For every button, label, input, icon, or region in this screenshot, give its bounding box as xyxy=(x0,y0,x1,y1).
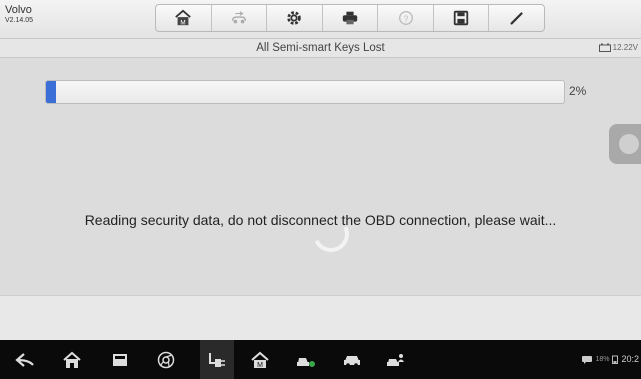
settings-button[interactable] xyxy=(267,5,323,31)
vehicle-shortcut-button[interactable] xyxy=(342,351,362,369)
edit-button[interactable] xyxy=(489,5,544,31)
save-button[interactable] xyxy=(434,5,490,31)
battery-voltage: 12.22V xyxy=(598,43,638,52)
app-screen: Volvo V2.14.05 M ? All Semi-smart Keys L… xyxy=(0,0,641,379)
save-icon xyxy=(453,10,469,26)
progress-percent: 2% xyxy=(569,84,587,98)
battery-percent: 18% xyxy=(595,355,610,363)
vci-connection-button[interactable] xyxy=(200,340,234,379)
car-icon xyxy=(344,356,360,367)
progress-bar xyxy=(45,80,565,104)
message-icon xyxy=(582,355,593,364)
progress-fill xyxy=(46,81,57,103)
system-status: 18% 20:2 xyxy=(582,354,639,364)
function-button-bar xyxy=(0,295,641,340)
help-icon: ? xyxy=(398,11,413,25)
floating-side-button[interactable] xyxy=(609,124,641,164)
browser-button[interactable] xyxy=(156,351,176,369)
diagnostics-shortcut-button[interactable] xyxy=(296,351,316,369)
house-icon xyxy=(63,351,81,368)
android-home-button[interactable] xyxy=(62,351,82,369)
pen-icon xyxy=(510,12,523,25)
battery-voltage-value: 12.22V xyxy=(612,43,638,52)
home-icon: M xyxy=(175,9,192,26)
main-content: 2% Reading security data, do not disconn… xyxy=(0,58,641,295)
vci-plug-icon xyxy=(209,353,225,367)
recent-apps-button[interactable] xyxy=(110,351,130,369)
svg-text:M: M xyxy=(181,19,186,26)
system-navigation-bar: M 18% 20:2 xyxy=(0,340,641,379)
clock: 20:2 xyxy=(621,354,639,364)
vehicle-swap-button[interactable] xyxy=(212,5,268,31)
browser-icon xyxy=(157,351,175,369)
gear-icon xyxy=(287,11,302,25)
maxisys-home-button[interactable]: M xyxy=(250,351,270,369)
top-toolbar: Volvo V2.14.05 M ? xyxy=(0,0,641,39)
vehicle-brand: Volvo V2.14.05 xyxy=(5,4,33,26)
back-button[interactable] xyxy=(15,351,35,369)
remote-support-button[interactable] xyxy=(386,351,406,369)
svg-text:?: ? xyxy=(403,15,408,24)
battery-icon xyxy=(612,355,619,364)
toolbar-buttons: M ? xyxy=(155,4,545,32)
vehicle-swap-icon xyxy=(231,11,246,24)
page-title: All Semi-smart Keys Lost xyxy=(256,42,385,54)
print-button[interactable] xyxy=(323,5,379,31)
printer-icon xyxy=(342,11,358,25)
vehicle-make: Volvo xyxy=(5,4,32,16)
home-button[interactable]: M xyxy=(156,5,212,31)
recent-apps-icon xyxy=(113,354,127,366)
car-remote-icon xyxy=(387,354,404,366)
maxisys-home-icon: M xyxy=(251,351,269,369)
car-battery-icon xyxy=(598,43,611,52)
title-bar: All Semi-smart Keys Lost 12.22V xyxy=(0,39,641,58)
car-diagnostic-icon xyxy=(297,358,315,367)
software-version: V2.14.05 xyxy=(5,17,34,24)
back-icon xyxy=(15,353,34,367)
svg-text:M: M xyxy=(257,362,263,369)
help-button[interactable]: ? xyxy=(378,5,434,31)
